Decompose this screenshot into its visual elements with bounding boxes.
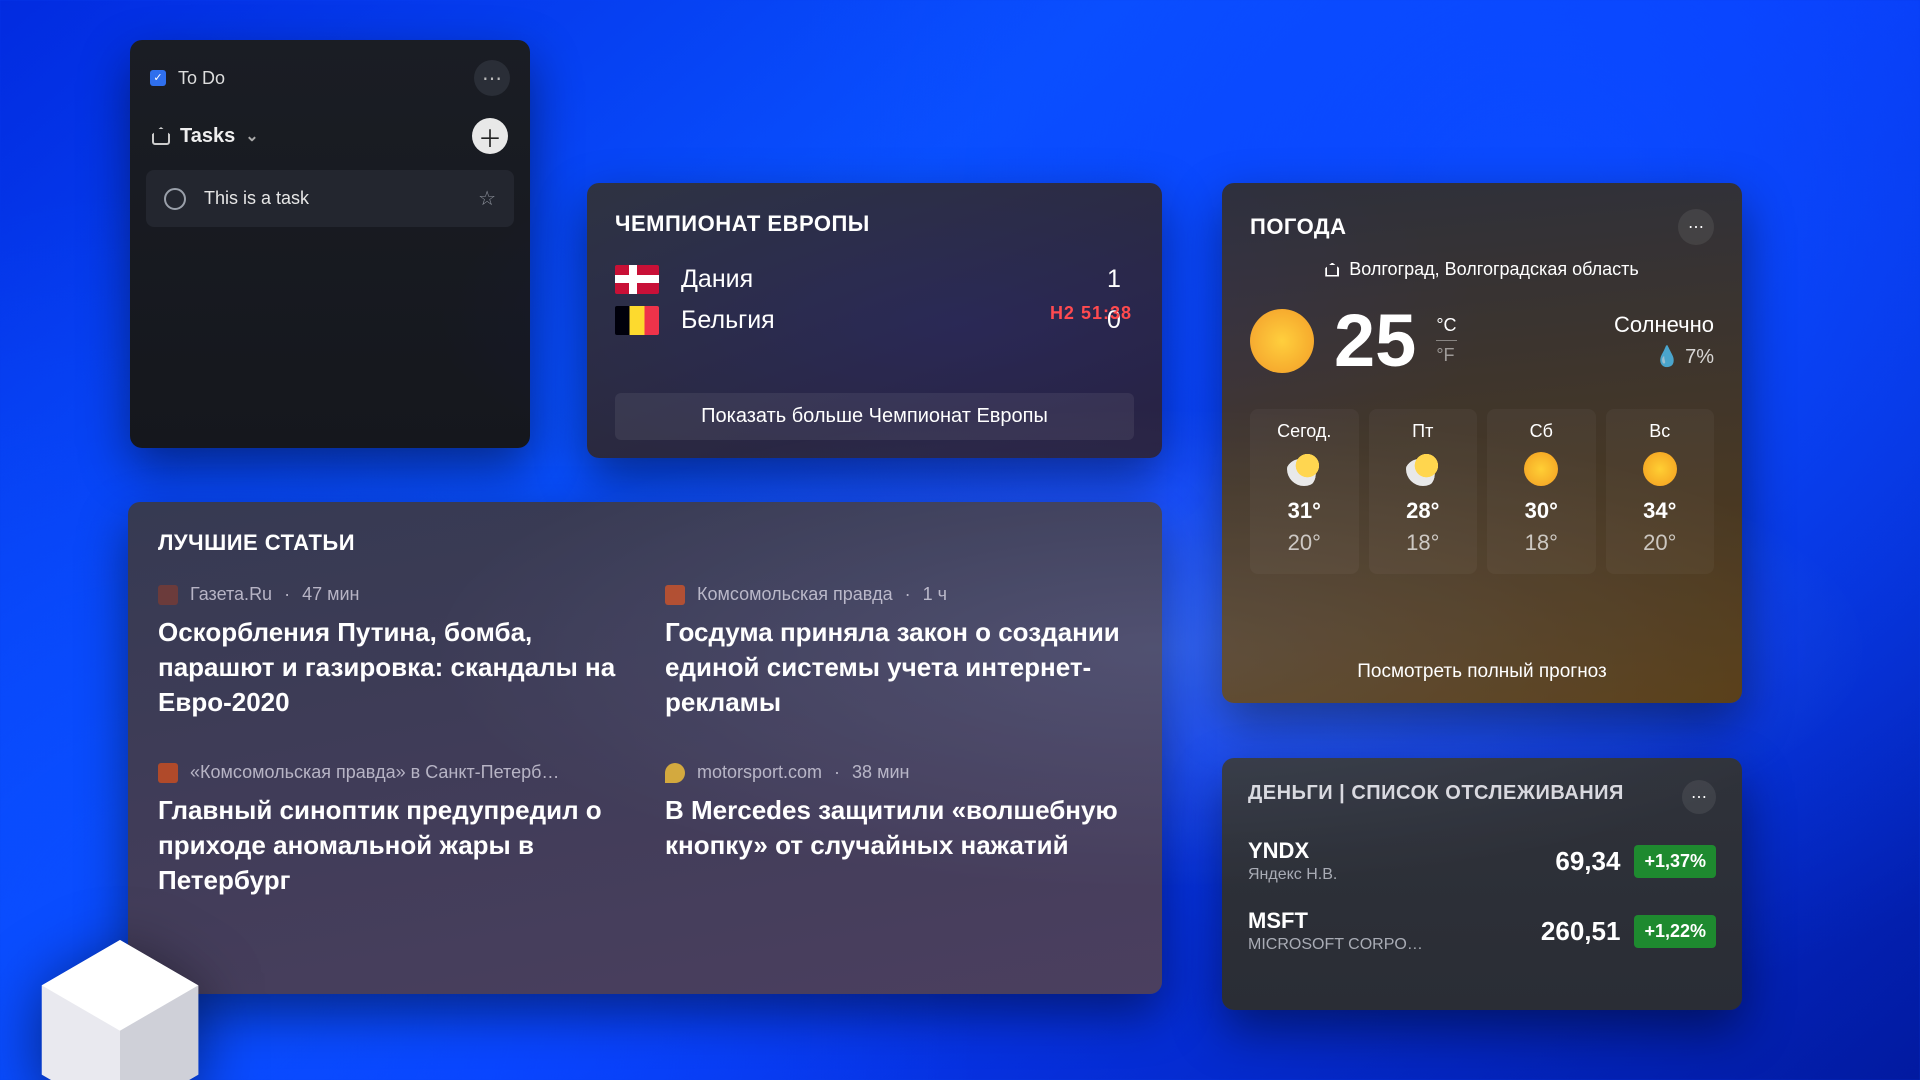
stock-symbol: YNDX	[1248, 838, 1555, 864]
news-source: motorsport.com	[697, 762, 822, 783]
news-source: «Комсомольская правда» в Санкт-Петерб…	[190, 762, 559, 783]
chevron-down-icon: ⌄	[245, 126, 258, 146]
news-headline: В Mercedes защитили «волшебную кнопку» о…	[665, 793, 1132, 863]
unit-fahrenheit-button[interactable]: °F	[1436, 345, 1456, 366]
news-widget: ЛУЧШИЕ СТАТЬИ Газета.Ru · 47 мин Оскорбл…	[128, 502, 1162, 994]
flag-belgium-icon	[615, 306, 659, 335]
forecast-low: 20°	[1254, 530, 1355, 556]
news-item[interactable]: motorsport.com · 38 мин В Mercedes защит…	[665, 762, 1132, 898]
forecast-low: 20°	[1610, 530, 1711, 556]
news-time: 47 мин	[302, 584, 359, 605]
news-time: 1 ч	[923, 584, 947, 605]
flag-denmark-icon	[615, 265, 659, 294]
partly-cloudy-icon	[1406, 452, 1440, 486]
source-icon	[158, 763, 178, 783]
sports-title: ЧЕМПИОНАТ ЕВРОПЫ	[615, 211, 1134, 237]
news-source: Газета.Ru	[190, 584, 272, 605]
forecast-day[interactable]: Вс 34° 20°	[1606, 409, 1715, 574]
news-headline: Главный синоптик предупредил о приходе а…	[158, 793, 625, 898]
stock-price: 69,34	[1555, 846, 1620, 877]
stock-name: MICROSOFT CORPO…	[1248, 936, 1541, 954]
add-task-button[interactable]: ＋	[472, 118, 508, 154]
task-star-button[interactable]: ☆	[478, 186, 496, 211]
todo-title: To Do	[178, 68, 462, 89]
forecast-high: 30°	[1491, 498, 1592, 524]
stock-row[interactable]: YNDX Яндекс Н.В.69,34 +1,37%	[1248, 838, 1716, 884]
tasks-list-label: Tasks	[180, 125, 235, 148]
money-more-button[interactable]: ⋯	[1682, 780, 1716, 814]
match-timer: H2 51:38	[1050, 303, 1132, 324]
sports-widget: ЧЕМПИОНАТ ЕВРОПЫ Дания 1 Бельгия 0 H2 51…	[587, 183, 1162, 458]
stock-name: Яндекс Н.В.	[1248, 866, 1555, 884]
task-checkbox[interactable]	[164, 188, 186, 210]
news-item[interactable]: Газета.Ru · 47 мин Оскорбления Путина, б…	[158, 584, 625, 720]
corner-logo-icon	[40, 940, 200, 1080]
partly-cloudy-icon	[1287, 452, 1321, 486]
team-1-name: Дания	[681, 265, 1072, 294]
forecast-low: 18°	[1373, 530, 1474, 556]
source-icon	[158, 585, 178, 605]
money-title: ДЕНЬГИ | СПИСОК ОТСЛЕЖИВАНИЯ	[1248, 780, 1682, 807]
sun-icon	[1643, 452, 1677, 486]
tasks-list-selector[interactable]: Tasks ⌄	[152, 125, 259, 148]
home-icon	[1325, 263, 1339, 277]
sun-icon	[1250, 309, 1314, 373]
todo-app-icon	[150, 70, 166, 86]
stock-row[interactable]: MSFT MICROSOFT CORPO…260,51 +1,22%	[1248, 908, 1716, 954]
news-item[interactable]: «Комсомольская правда» в Санкт-Петерб… Г…	[158, 762, 625, 898]
weather-humidity: 💧 7%	[1614, 344, 1714, 369]
source-icon	[665, 585, 685, 605]
forecast-high: 28°	[1373, 498, 1474, 524]
sun-icon	[1524, 452, 1558, 486]
weather-location-text: Волгоград, Волгоградская область	[1349, 259, 1638, 280]
news-item[interactable]: Комсомольская правда · 1 ч Госдума приня…	[665, 584, 1132, 720]
weather-location[interactable]: Волгоград, Волгоградская область	[1250, 259, 1714, 280]
forecast-day[interactable]: Пт 28° 18°	[1369, 409, 1478, 574]
forecast-high: 34°	[1610, 498, 1711, 524]
stock-change: +1,22%	[1634, 915, 1716, 948]
task-text: This is a task	[204, 188, 460, 209]
news-headline: Оскорбления Путина, бомба, парашют и газ…	[158, 615, 625, 720]
forecast-high: 31°	[1254, 498, 1355, 524]
todo-widget: To Do ⋯ Tasks ⌄ ＋ This is a task ☆	[130, 40, 530, 448]
stock-price: 260,51	[1541, 916, 1621, 947]
stock-change: +1,37%	[1634, 845, 1716, 878]
task-row[interactable]: This is a task ☆	[146, 170, 514, 227]
home-icon	[152, 127, 170, 145]
news-title: ЛУЧШИЕ СТАТЬИ	[158, 530, 1132, 556]
news-headline: Госдума приняла закон о создании единой …	[665, 615, 1132, 720]
current-temp: 25	[1334, 298, 1416, 383]
weather-widget: ПОГОДА ⋯ Волгоград, Волгоградская област…	[1222, 183, 1742, 703]
stock-symbol: MSFT	[1248, 908, 1541, 934]
forecast-day-label: Вс	[1610, 421, 1711, 442]
todo-more-button[interactable]: ⋯	[474, 60, 510, 96]
unit-celsius-button[interactable]: °C	[1436, 315, 1456, 341]
news-time: 38 мин	[852, 762, 909, 783]
weather-title: ПОГОДА	[1250, 214, 1678, 240]
forecast-day-label: Пт	[1373, 421, 1474, 442]
sports-show-more-button[interactable]: Показать больше Чемпионат Европы	[615, 393, 1134, 440]
source-icon	[665, 763, 685, 783]
forecast-day-label: Сегод.	[1254, 421, 1355, 442]
weather-full-forecast-link[interactable]: Посмотреть полный прогноз	[1250, 639, 1714, 683]
news-source: Комсомольская правда	[697, 584, 893, 605]
forecast-day-label: Сб	[1491, 421, 1592, 442]
money-widget: ДЕНЬГИ | СПИСОК ОТСЛЕЖИВАНИЯ ⋯ YNDX Яндек…	[1222, 758, 1742, 1010]
forecast-day[interactable]: Сегод. 31° 20°	[1250, 409, 1359, 574]
weather-more-button[interactable]: ⋯	[1678, 209, 1714, 245]
team-1-score: 1	[1094, 265, 1134, 294]
weather-condition: Солнечно	[1614, 312, 1714, 338]
forecast-day[interactable]: Сб 30° 18°	[1487, 409, 1596, 574]
team-2-name: Бельгия	[681, 306, 1072, 335]
match-row-1[interactable]: Дания 1	[615, 259, 1134, 300]
forecast-low: 18°	[1491, 530, 1592, 556]
